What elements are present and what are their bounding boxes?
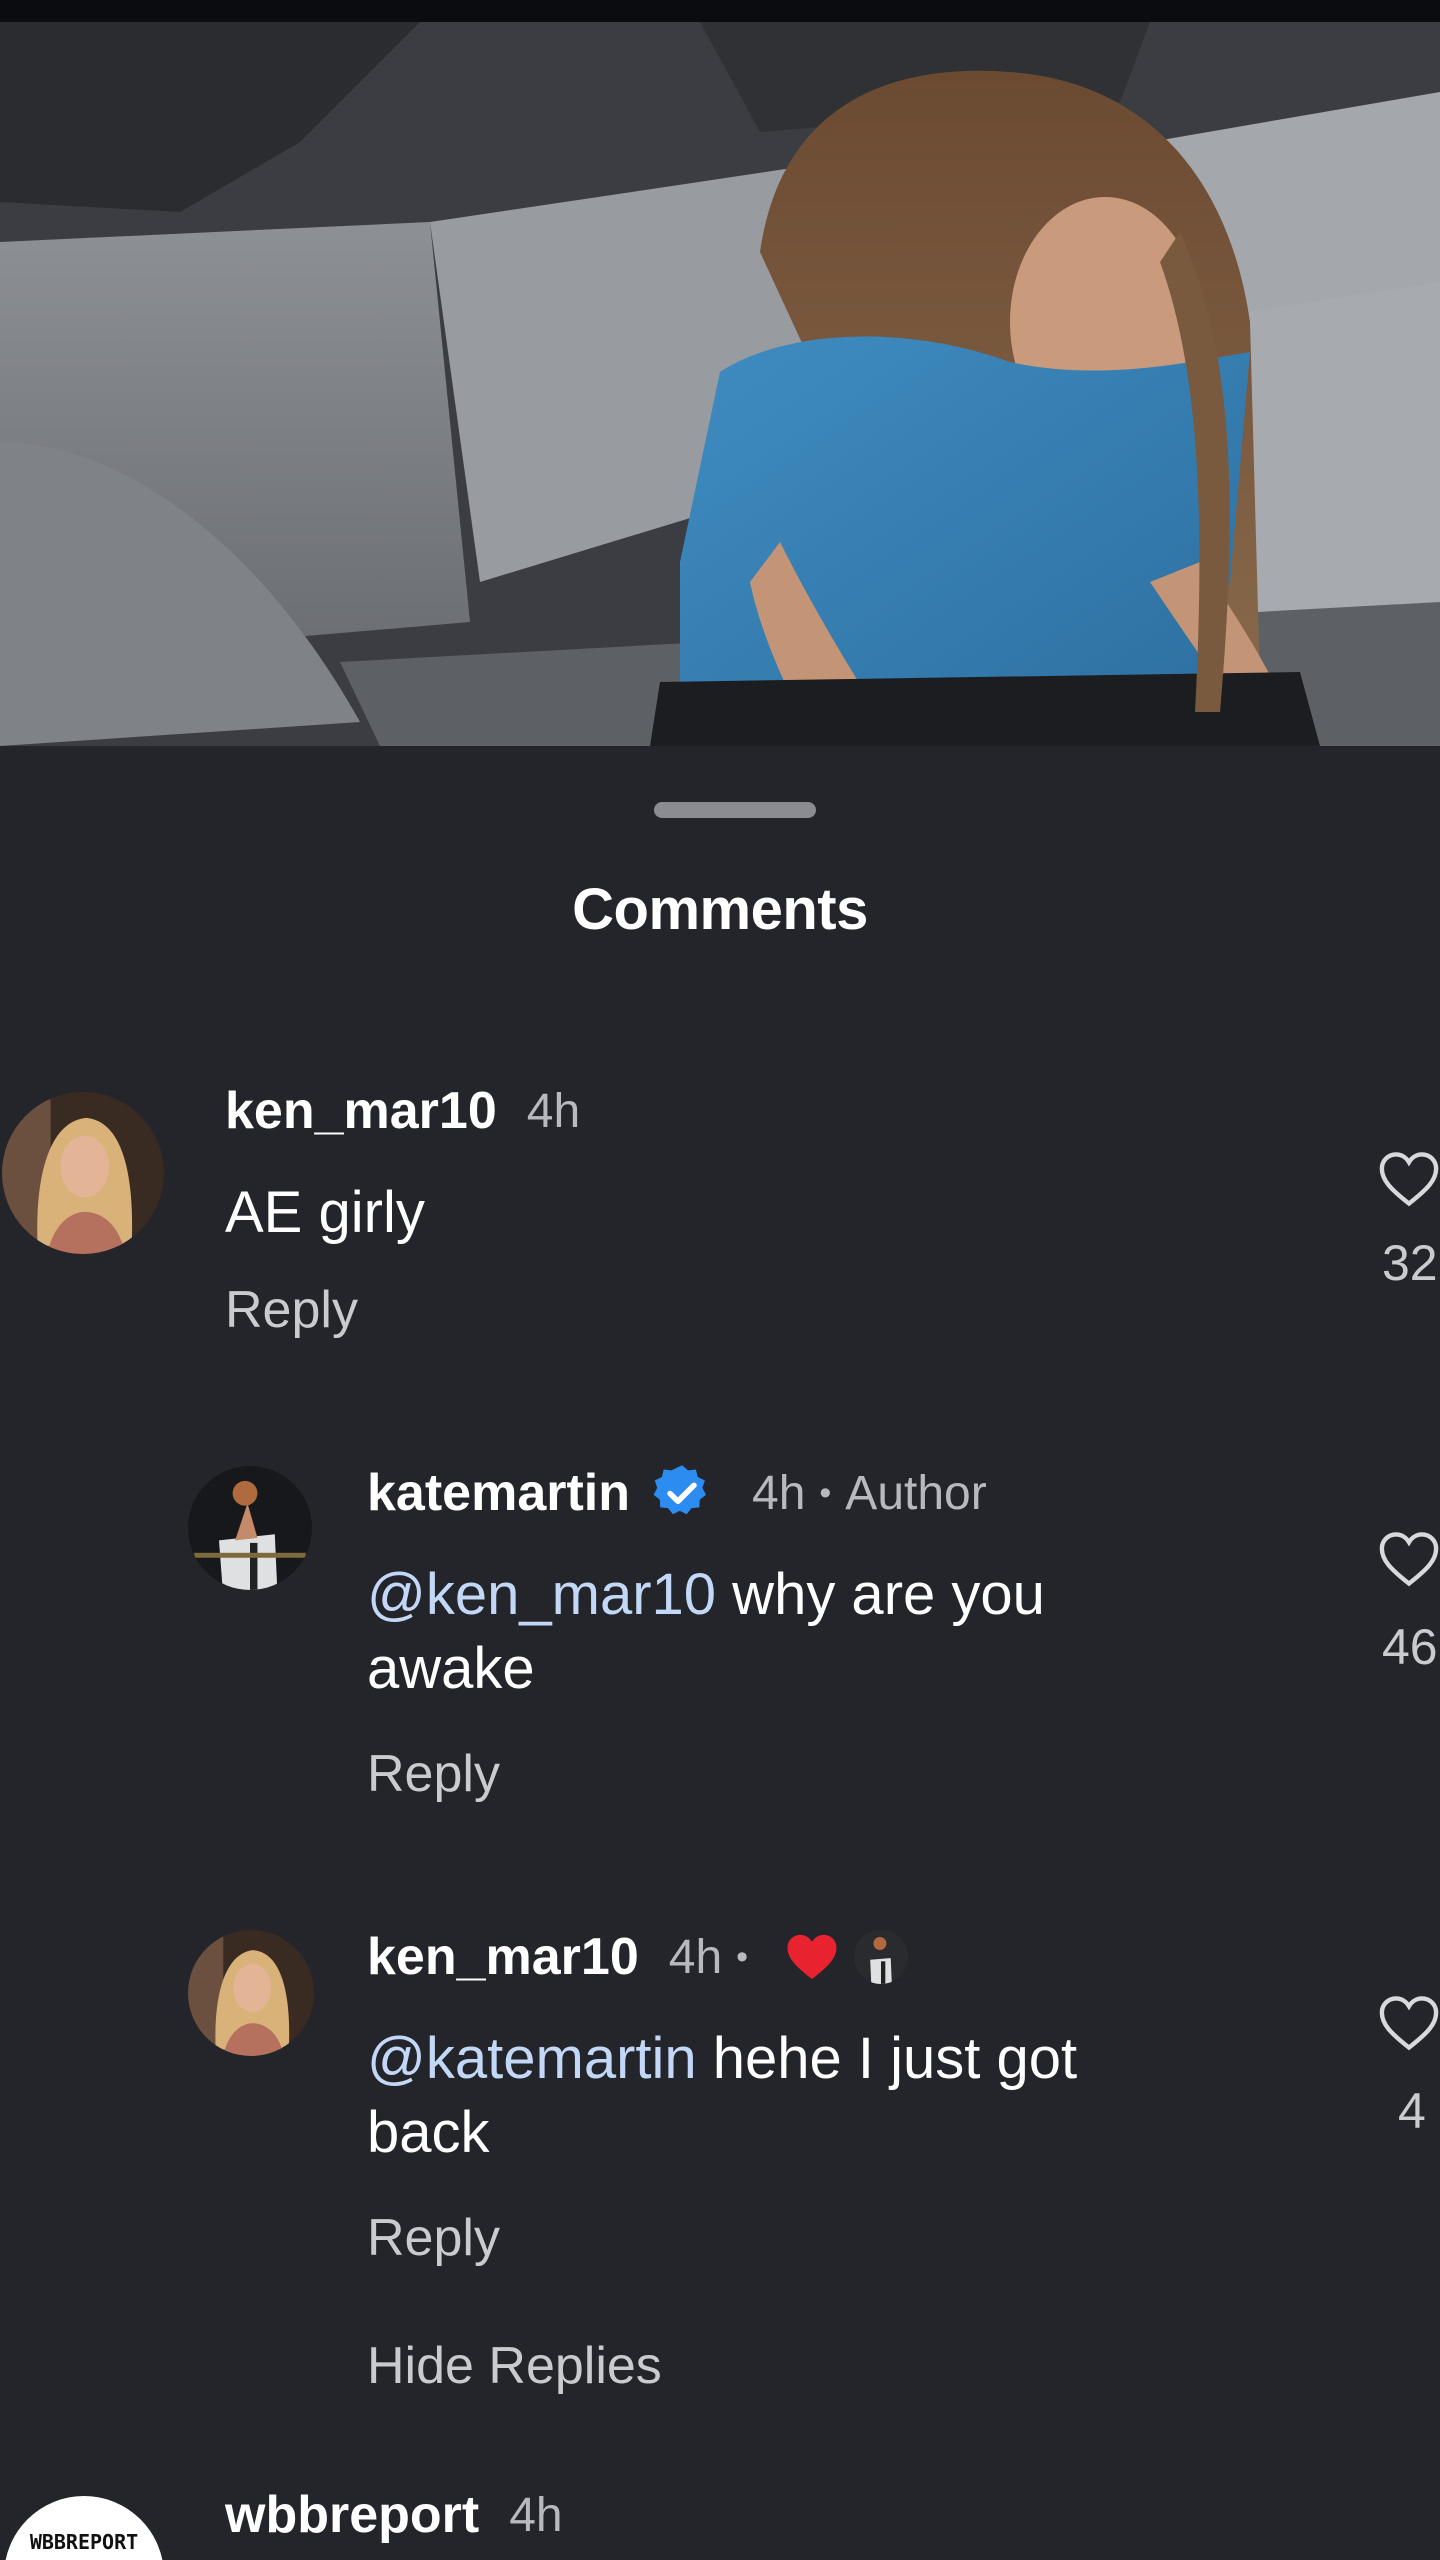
username[interactable]: katemartin bbox=[367, 1463, 630, 1523]
like-count: 46 bbox=[1382, 1619, 1438, 1675]
timestamp: 4h bbox=[752, 1466, 806, 1520]
avatar[interactable] bbox=[188, 1466, 312, 1590]
username[interactable]: ken_mar10 bbox=[225, 1081, 497, 1141]
timestamp: 4h bbox=[509, 2488, 563, 2542]
hide-replies-button[interactable]: Hide Replies bbox=[367, 2336, 662, 2396]
comment-text: @ken_mar10 why are you awake bbox=[367, 1558, 1187, 1706]
comment-meta: wbbreport 4h bbox=[225, 2480, 563, 2550]
like-button[interactable]: 46 bbox=[1378, 1530, 1439, 1675]
sheet-title: Comments bbox=[572, 877, 868, 942]
like-button[interactable]: 32 bbox=[1378, 1150, 1439, 1291]
avatar-image bbox=[2, 1092, 164, 1254]
heart-outline-icon bbox=[1379, 1532, 1439, 1587]
video-preview[interactable] bbox=[0, 22, 1440, 746]
mention-link[interactable]: @ken_mar10 bbox=[367, 1562, 716, 1627]
comment: WBBREPORT wbbreport 4h bbox=[0, 746, 1440, 2560]
drag-handle[interactable] bbox=[654, 802, 816, 818]
comment-text: @katemartin hehe I just got back bbox=[367, 2022, 1187, 2170]
mention-link[interactable]: @katemartin bbox=[367, 2026, 697, 2091]
heart-outline-icon bbox=[1379, 1152, 1439, 1207]
username[interactable]: wbbreport bbox=[225, 2485, 479, 2545]
avatar-image bbox=[188, 1466, 312, 1590]
reply-button[interactable]: Reply bbox=[225, 1280, 358, 1340]
comments-sheet: Comments ken_mar10 4h AE girly Reply 32 bbox=[0, 746, 1440, 2560]
avatar[interactable] bbox=[188, 1930, 314, 2056]
separator-dot: • bbox=[819, 1473, 832, 1512]
username[interactable]: ken_mar10 bbox=[367, 1927, 639, 1987]
avatar-image bbox=[188, 1930, 314, 2056]
status-bar bbox=[0, 0, 1440, 22]
verified-badge-icon bbox=[652, 1463, 712, 1523]
like-button[interactable]: 4 bbox=[1378, 1994, 1439, 2139]
avatar[interactable]: WBBREPORT bbox=[4, 2496, 164, 2560]
comment-text: AE girly bbox=[225, 1180, 425, 1245]
avatar[interactable] bbox=[2, 1092, 164, 1254]
red-heart-icon bbox=[787, 1934, 837, 1980]
comment-meta: katemartin 4h • Author bbox=[367, 1458, 987, 1528]
author-label: Author bbox=[845, 1466, 987, 1520]
comment-meta: ken_mar10 4h bbox=[225, 1076, 580, 1146]
avatar-logo-text: WBBREPORT bbox=[29, 2530, 139, 2554]
timestamp: 4h bbox=[668, 1930, 723, 1984]
timestamp: 4h bbox=[526, 1084, 581, 1138]
author-like-avatar bbox=[854, 1930, 909, 1984]
like-count: 4 bbox=[1398, 2083, 1426, 2139]
separator-dot: • bbox=[736, 1937, 749, 1976]
video-frame-illustration bbox=[0, 22, 1440, 746]
heart-outline-icon bbox=[1379, 1996, 1439, 2051]
reply-button[interactable]: Reply bbox=[367, 1744, 500, 1804]
comment-meta: ken_mar10 4h • bbox=[367, 1922, 909, 1992]
reply-button[interactable]: Reply bbox=[367, 2208, 500, 2268]
like-count: 32 bbox=[1382, 1235, 1438, 1291]
